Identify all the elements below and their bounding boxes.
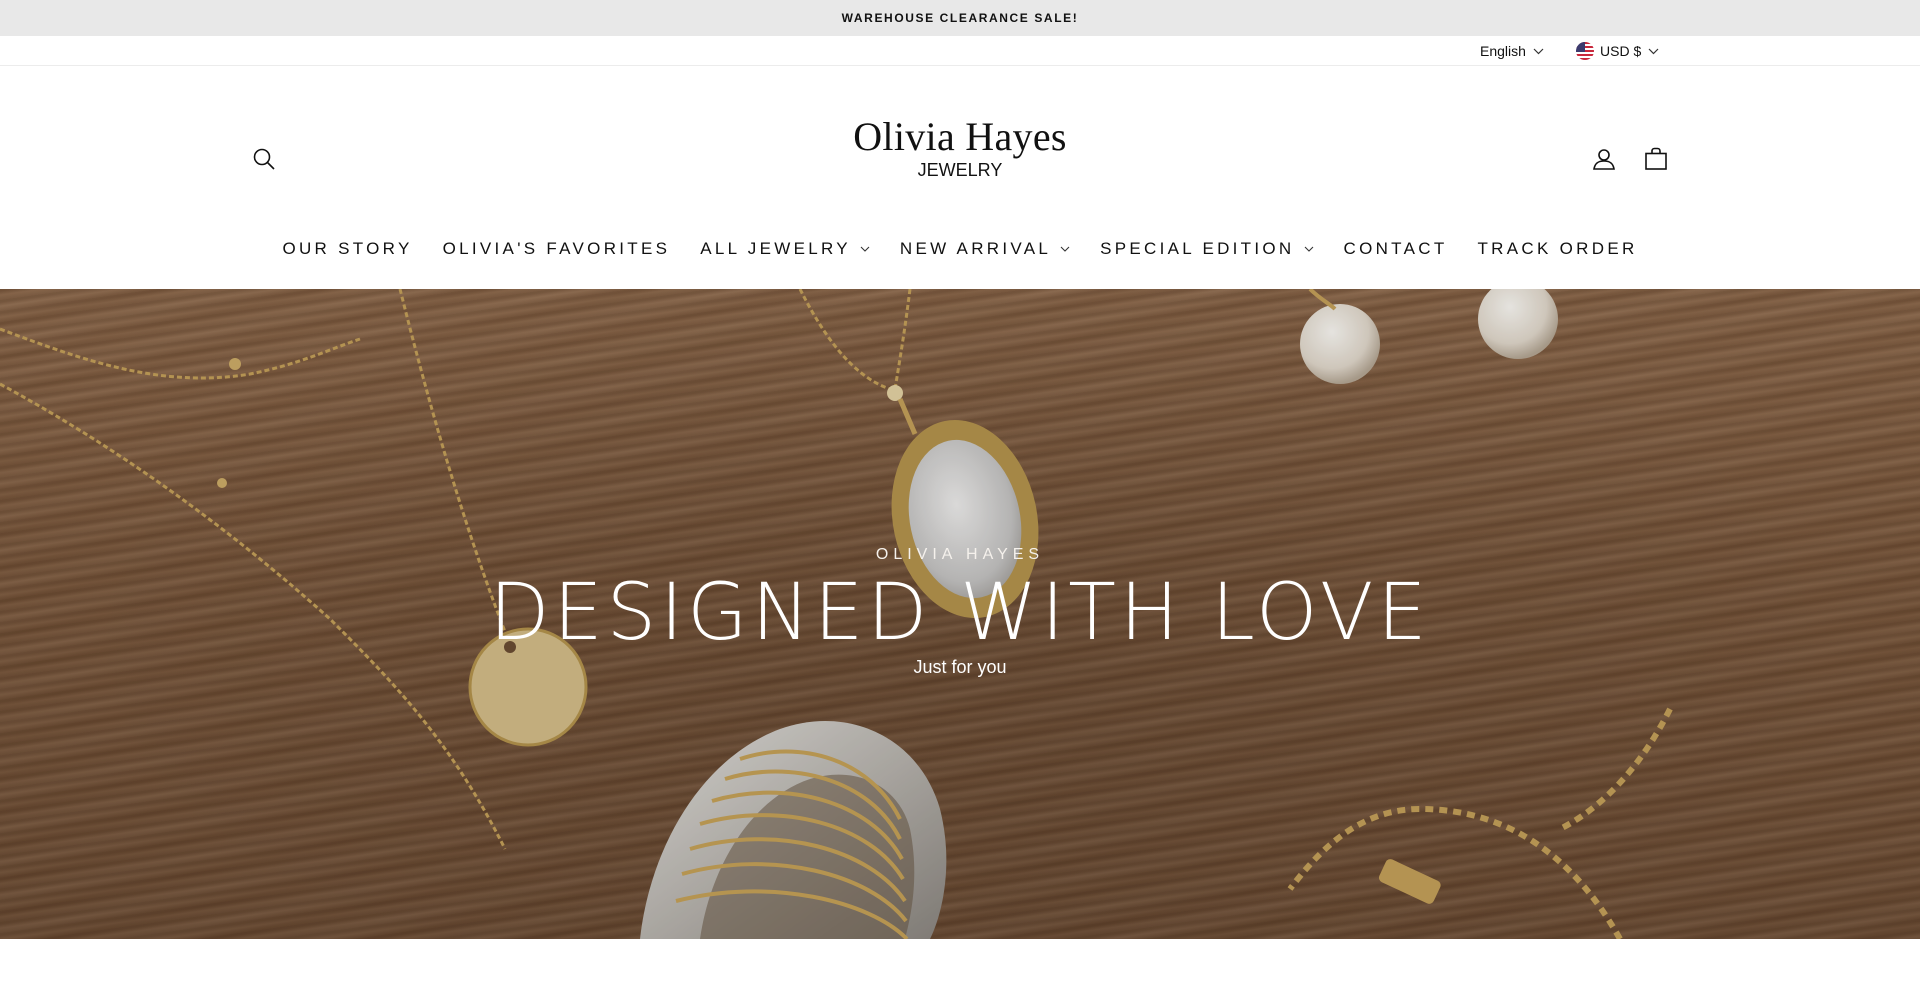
site-logo[interactable]: Olivia Hayes JEWELRY bbox=[760, 114, 1160, 181]
user-icon[interactable] bbox=[1589, 144, 1619, 174]
nav-item-label: OLIVIA'S FAVORITES bbox=[442, 239, 671, 258]
nav-item-label: SPECIAL EDITION bbox=[1100, 239, 1295, 258]
nav-item-olivia-s-favorites[interactable]: OLIVIA'S FAVORITES bbox=[443, 239, 671, 259]
nav-item-special-edition[interactable]: SPECIAL EDITION bbox=[1100, 239, 1313, 259]
logo-tagline: JEWELRY bbox=[917, 160, 1003, 180]
us-flag-icon bbox=[1576, 42, 1594, 60]
search-icon[interactable] bbox=[249, 144, 279, 174]
nav-item-track-order[interactable]: TRACK ORDER bbox=[1478, 239, 1638, 259]
hero-subtitle: Just for you bbox=[913, 657, 1007, 677]
hero-eyebrow: OLIVIA HAYES bbox=[875, 546, 1045, 563]
chevron-down-icon bbox=[1060, 246, 1070, 252]
chevron-down-icon bbox=[860, 246, 870, 252]
language-selector[interactable]: English bbox=[1480, 36, 1544, 66]
nav-item-label: OUR STORY bbox=[282, 239, 413, 258]
nav-item-contact[interactable]: CONTACT bbox=[1344, 239, 1448, 259]
bag-icon[interactable] bbox=[1641, 144, 1671, 174]
currency-label: USD $ bbox=[1600, 43, 1642, 59]
hero-banner: OLIVIA HAYES DESIGNED WITH LOVE Just for… bbox=[0, 289, 1920, 939]
nav-item-label: TRACK ORDER bbox=[1477, 239, 1638, 258]
nav-item-all-jewelry[interactable]: ALL JEWELRY bbox=[700, 239, 870, 259]
announcement-text: WAREHOUSE CLEARANCE SALE! bbox=[841, 11, 1079, 25]
chevron-down-icon bbox=[1648, 48, 1659, 55]
hero-title: DESIGNED WITH LOVE bbox=[489, 568, 1431, 658]
currency-selector[interactable]: USD $ bbox=[1576, 36, 1659, 66]
nav-item-our-story[interactable]: OUR STORY bbox=[282, 239, 412, 259]
chevron-down-icon bbox=[1304, 246, 1314, 252]
nav-item-label: CONTACT bbox=[1343, 239, 1448, 258]
utility-bar: English USD $ bbox=[0, 36, 1920, 66]
announcement-bar: WAREHOUSE CLEARANCE SALE! bbox=[0, 0, 1920, 36]
nav-item-label: ALL JEWELRY bbox=[700, 239, 851, 258]
main-navigation: OUR STORY OLIVIA'S FAVORITES ALL JEWELRY NE… bbox=[0, 229, 1920, 269]
language-label: English bbox=[1480, 43, 1526, 59]
nav-item-label: NEW ARRIVAL bbox=[899, 239, 1052, 258]
page-content-start bbox=[0, 939, 1920, 993]
chevron-down-icon bbox=[1533, 48, 1544, 55]
site-header: Olivia Hayes JEWELRY bbox=[0, 66, 1920, 216]
logo-name: Olivia Hayes bbox=[853, 114, 1067, 159]
nav-item-new-arrival[interactable]: NEW ARRIVAL bbox=[900, 239, 1070, 259]
